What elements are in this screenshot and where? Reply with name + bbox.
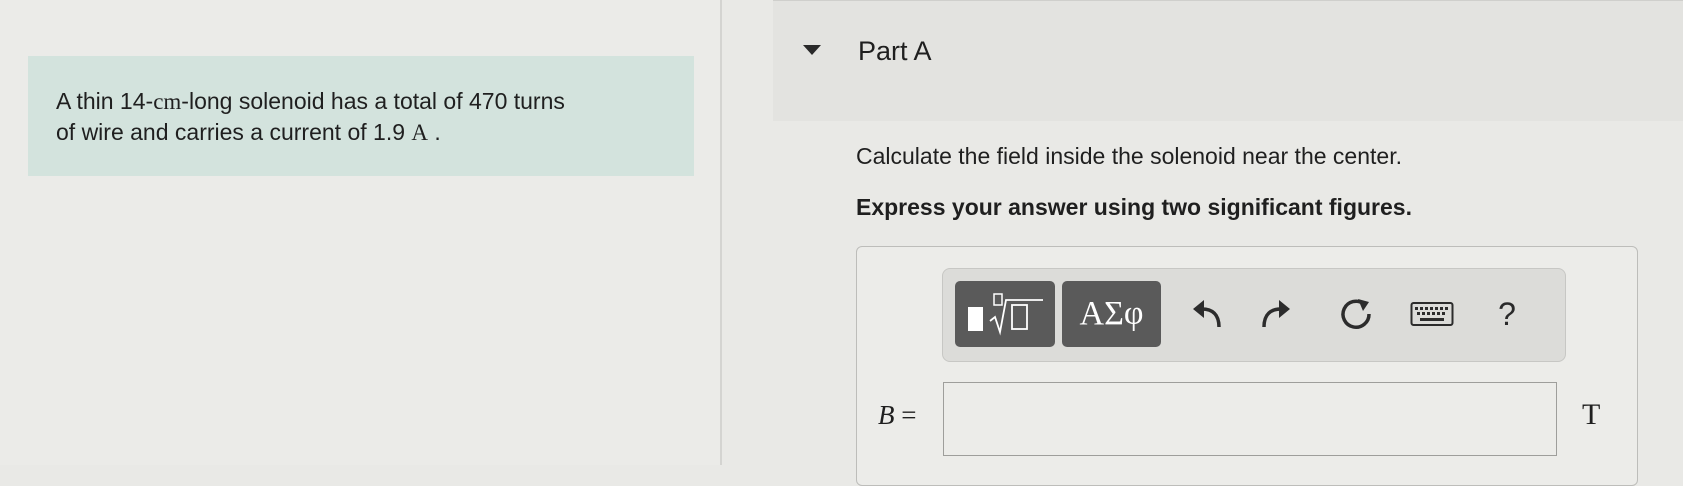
problem-text-segment: . xyxy=(428,119,441,145)
problem-text-segment: A thin 14- xyxy=(56,88,154,114)
collapse-caret-icon[interactable] xyxy=(803,45,821,55)
answer-input[interactable] xyxy=(943,382,1557,456)
answer-instruction: Express your answer using two significan… xyxy=(856,194,1412,220)
answer-variable: B xyxy=(878,400,895,430)
help-button[interactable]: ? xyxy=(1485,292,1529,336)
answer-unit: T xyxy=(1582,398,1601,431)
reset-button[interactable] xyxy=(1334,292,1378,336)
problem-pane: A thin 14-cm-long solenoid has a total o… xyxy=(0,0,720,465)
redo-icon xyxy=(1262,300,1290,328)
problem-text-segment: of wire and carries a current of 1.9 xyxy=(56,119,412,145)
answer-label: B = xyxy=(878,400,916,431)
unit-ampere: A xyxy=(411,120,429,145)
problem-statement: A thin 14-cm-long solenoid has a total o… xyxy=(28,56,694,176)
problem-line-1: A thin 14-cm-long solenoid has a total o… xyxy=(56,86,666,117)
equals-sign: = xyxy=(901,400,917,430)
keyboard-icon xyxy=(1410,302,1454,326)
reset-icon xyxy=(1341,299,1371,329)
greek-symbols-button[interactable]: ΑΣφ xyxy=(1062,281,1161,347)
unit-cm: cm xyxy=(153,89,182,114)
question-prompt: Calculate the field inside the solenoid … xyxy=(856,143,1402,169)
undo-icon xyxy=(1193,300,1221,328)
undo-button[interactable] xyxy=(1185,292,1229,336)
problem-line-2: of wire and carries a current of 1.9 A . xyxy=(56,117,666,148)
template-icon xyxy=(968,293,1043,336)
part-title[interactable]: Part A xyxy=(858,36,932,67)
templates-button[interactable] xyxy=(955,281,1055,347)
redo-button[interactable] xyxy=(1254,292,1298,336)
keyboard-button[interactable] xyxy=(1408,292,1456,336)
problem-text-segment: -long solenoid has a total of 470 turns xyxy=(181,88,565,114)
